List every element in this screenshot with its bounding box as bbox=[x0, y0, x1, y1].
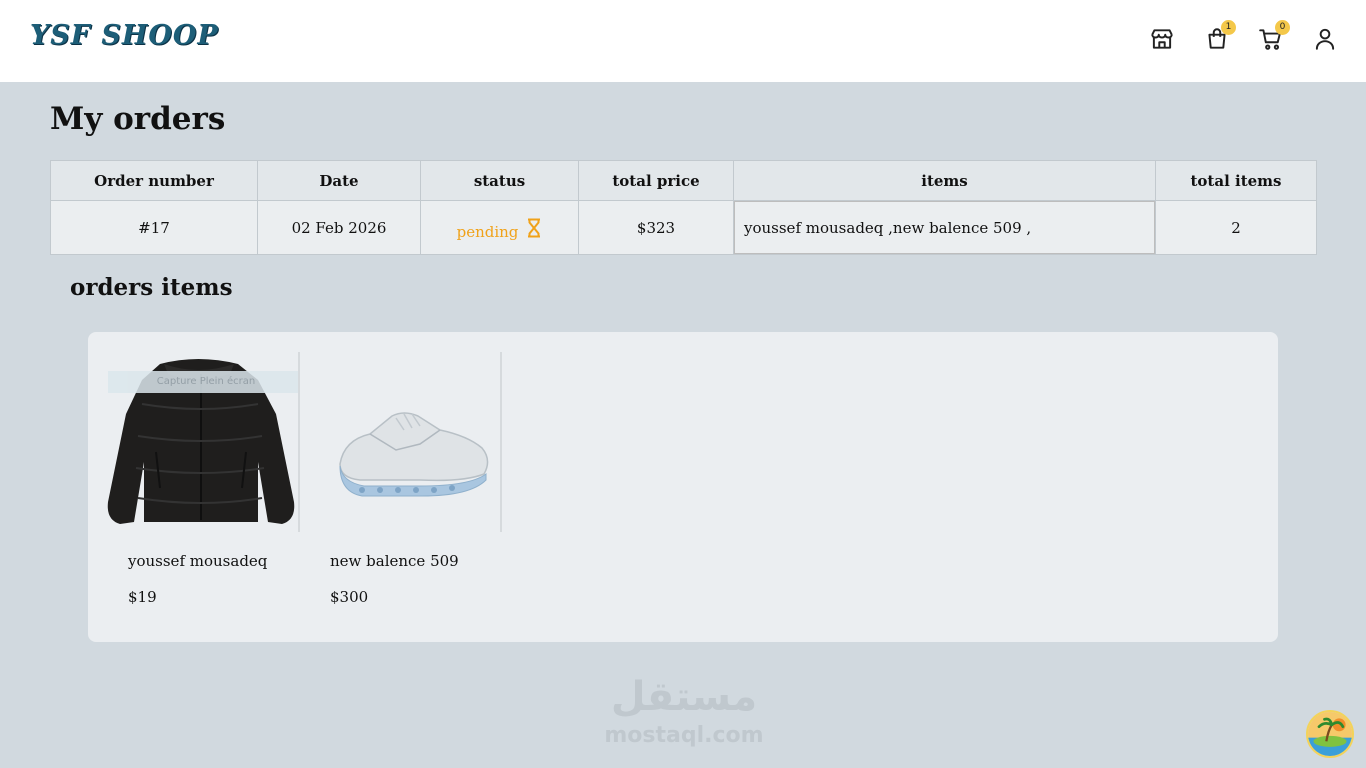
island-icon bbox=[1308, 712, 1352, 756]
shopping-bag-button[interactable]: 1 bbox=[1204, 20, 1236, 52]
order-status-cell: pending bbox=[420, 200, 579, 255]
column-header-status: status bbox=[420, 160, 579, 201]
product-name: new balence 509 bbox=[330, 552, 459, 570]
top-navbar: YSF SHOOP 1 0 bbox=[0, 0, 1366, 82]
cart-count-badge: 0 bbox=[1275, 20, 1290, 35]
floating-avatar-button[interactable] bbox=[1306, 710, 1354, 758]
order-items-card: Capture Plein écran youssef mousadeq $19… bbox=[88, 332, 1278, 642]
column-header-total-items: total items bbox=[1155, 160, 1317, 201]
column-header-date: Date bbox=[257, 160, 421, 201]
product-image[interactable] bbox=[300, 352, 502, 532]
product-card[interactable]: Capture Plein écran youssef mousadeq $19 bbox=[98, 352, 300, 606]
order-items-cell: youssef mousadeq ,new balence 509 , bbox=[733, 200, 1156, 255]
order-date-cell: 02 Feb 2026 bbox=[257, 200, 421, 255]
site-logo[interactable]: YSF SHOOP bbox=[30, 20, 219, 51]
column-header-items: items bbox=[733, 160, 1156, 201]
watermark-arabic-text: مستقل bbox=[610, 674, 758, 720]
mostaql-watermark: مستقل mostaql.com bbox=[600, 670, 768, 748]
table-header-row: Order number Date status total price ite… bbox=[50, 160, 1317, 201]
order-total-items-cell: 2 bbox=[1155, 200, 1317, 255]
white-sneaker-image bbox=[339, 412, 489, 497]
table-row[interactable]: #17 02 Feb 2026 pending $323 youssef mou… bbox=[50, 200, 1317, 255]
product-price: $300 bbox=[330, 588, 369, 606]
column-header-total-price: total price bbox=[578, 160, 734, 201]
bag-count-badge: 1 bbox=[1221, 20, 1236, 35]
watermark-latin-text: mostaql.com bbox=[604, 723, 764, 748]
image-caption-overlay: Capture Plein écran bbox=[108, 371, 298, 393]
status-badge: pending bbox=[456, 218, 543, 241]
page-title: My orders bbox=[50, 101, 226, 137]
cart-button[interactable]: 0 bbox=[1258, 20, 1290, 52]
order-items-heading: orders items bbox=[70, 274, 233, 301]
hourglass-icon bbox=[526, 218, 542, 238]
product-name: youssef mousadeq bbox=[128, 552, 268, 570]
column-header-order-number: Order number bbox=[50, 160, 258, 201]
product-card[interactable]: new balence 509 $300 bbox=[300, 352, 502, 606]
status-text: pending bbox=[456, 222, 519, 241]
order-total-price-cell: $323 bbox=[578, 200, 734, 255]
product-image[interactable]: Capture Plein écran bbox=[98, 352, 300, 532]
user-icon[interactable] bbox=[1312, 26, 1338, 52]
order-number-cell: #17 bbox=[50, 200, 258, 255]
store-icon[interactable] bbox=[1149, 26, 1175, 52]
product-price: $19 bbox=[128, 588, 157, 606]
orders-table: Order number Date status total price ite… bbox=[50, 160, 1317, 255]
